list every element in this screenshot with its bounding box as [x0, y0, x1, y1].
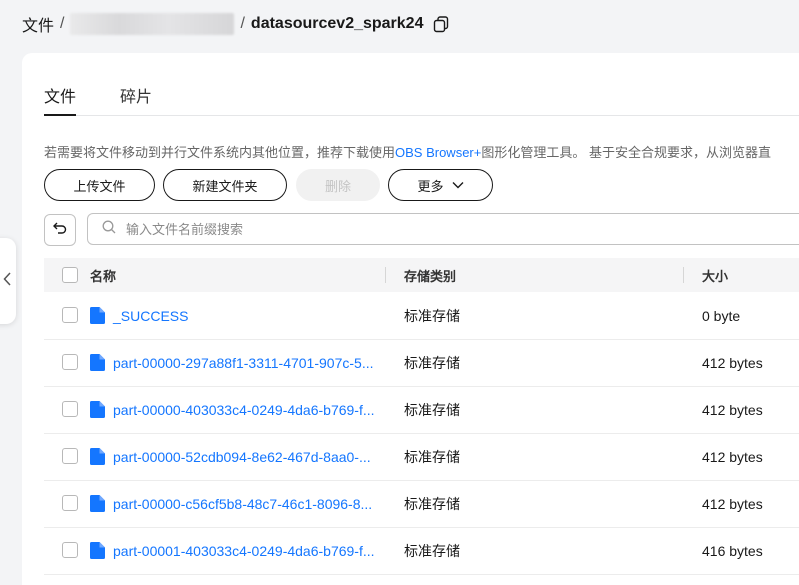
storage-class-cell: 标准存储 [404, 307, 460, 324]
search-icon [102, 220, 116, 239]
chevron-left-icon [3, 271, 11, 291]
storage-class-cell: 标准存储 [404, 354, 460, 371]
select-all-checkbox[interactable] [62, 267, 78, 283]
file-name-link[interactable]: part-00000-403033c4-0249-4da6-b769-f... [113, 402, 375, 418]
table-row: _SUCCESS 标准存储 0 byte [44, 292, 799, 340]
breadcrumb: 文件 / / datasourcev2_spark24 [22, 12, 449, 36]
row-checkbox[interactable] [62, 495, 78, 511]
breadcrumb-root[interactable]: 文件 [22, 12, 54, 36]
file-name-link[interactable]: part-00000-52cdb094-8e62-467d-8aa0-... [113, 449, 371, 465]
column-name-header[interactable]: 名称 [90, 258, 116, 292]
new-folder-label: 新建文件夹 [192, 178, 258, 194]
file-name-link[interactable]: part-00001-403033c4-0249-4da6-b769-f... [113, 543, 375, 559]
breadcrumb-current-folder: datasourcev2_spark24 [250, 15, 424, 32]
more-button[interactable]: 更多 [388, 169, 493, 201]
file-icon [90, 542, 105, 559]
storage-class-cell: 标准存储 [404, 401, 460, 418]
column-divider[interactable] [385, 267, 386, 283]
file-name-cell: _SUCCESS [90, 292, 188, 339]
table-row: part-00000-c56cf5b8-48c7-46c1-8096-8... … [44, 480, 799, 528]
tab-files[interactable]: 文件 [44, 83, 77, 116]
file-name-cell: part-00000-c56cf5b8-48c7-46c1-8096-8... [90, 480, 372, 527]
table-row: part-00000-52cdb094-8e62-467d-8aa0-... 标… [44, 433, 799, 481]
file-icon [90, 448, 105, 465]
column-size-header[interactable]: 大小 [702, 258, 728, 292]
breadcrumb-separator: / [60, 15, 65, 32]
breadcrumb-separator: / [240, 15, 245, 32]
copy-icon[interactable] [433, 15, 449, 33]
size-cell: 412 bytes [702, 448, 763, 465]
file-name-cell: part-00000-297a88f1-3311-4701-907c-5... [90, 339, 373, 386]
file-name-cell: part-00000-403033c4-0249-4da6-b769-f... [90, 386, 375, 433]
file-icon [90, 354, 105, 371]
more-label: 更多 [417, 178, 444, 194]
file-icon [90, 401, 105, 418]
go-back-button[interactable] [44, 214, 76, 246]
chevron-down-icon [452, 181, 464, 189]
obs-browser-link[interactable]: OBS Browser+ [395, 145, 481, 160]
size-cell: 412 bytes [702, 354, 763, 371]
table-row: part-00001-403033c4-0249-4da6-b769-f... … [44, 527, 799, 575]
back-arrow-icon [52, 221, 68, 240]
row-checkbox[interactable] [62, 542, 78, 558]
row-checkbox[interactable] [62, 448, 78, 464]
file-name-link[interactable]: _SUCCESS [113, 308, 188, 324]
table-row: part-00000-403033c4-0249-4da6-b769-f... … [44, 386, 799, 434]
storage-class-cell: 标准存储 [404, 495, 460, 512]
row-checkbox[interactable] [62, 307, 78, 323]
size-cell: 412 bytes [702, 495, 763, 512]
tab-bar: 文件 碎片 [44, 83, 799, 116]
notice-text: 若需要将文件移动到并行文件系统内其他位置，推荐下载使用OBS Browser+图… [44, 142, 799, 161]
file-name-link[interactable]: part-00000-c56cf5b8-48c7-46c1-8096-8... [113, 496, 372, 512]
file-icon [90, 307, 105, 324]
table-row: part-00000-297a88f1-3311-4701-907c-5... … [44, 339, 799, 387]
file-icon [90, 495, 105, 512]
delete-button[interactable]: 删除 [296, 169, 380, 201]
notice-before: 若需要将文件移动到并行文件系统内其他位置，推荐下载使用 [44, 145, 396, 160]
table-header: 名称 存储类别 大小 [44, 258, 799, 292]
upload-file-label: 上传文件 [73, 178, 126, 194]
row-checkbox[interactable] [62, 401, 78, 417]
storage-class-cell: 标准存储 [404, 542, 460, 559]
delete-label: 删除 [324, 178, 351, 194]
row-checkbox[interactable] [62, 354, 78, 370]
search-box [87, 213, 799, 245]
size-cell: 412 bytes [702, 401, 763, 418]
breadcrumb-bucket-redacted[interactable] [70, 13, 235, 35]
file-name-cell: part-00001-403033c4-0249-4da6-b769-f... [90, 527, 375, 574]
file-name-cell: part-00000-52cdb094-8e62-467d-8aa0-... [90, 433, 371, 480]
size-cell: 416 bytes [702, 542, 763, 559]
sidebar-collapse-handle[interactable] [0, 238, 16, 324]
tab-fragments[interactable]: 碎片 [120, 83, 152, 115]
notice-after: 图形化管理工具。 基于安全合规要求，从浏览器直 [481, 145, 771, 160]
file-name-link[interactable]: part-00000-297a88f1-3311-4701-907c-5... [113, 355, 373, 371]
new-folder-button[interactable]: 新建文件夹 [163, 169, 287, 201]
column-storage-class-header[interactable]: 存储类别 [404, 258, 456, 292]
search-input[interactable] [124, 220, 728, 238]
file-panel: 文件 碎片 若需要将文件移动到并行文件系统内其他位置，推荐下载使用OBS Bro… [22, 53, 799, 585]
column-divider[interactable] [683, 267, 684, 283]
storage-class-cell: 标准存储 [404, 448, 460, 465]
upload-file-button[interactable]: 上传文件 [44, 169, 155, 201]
size-cell: 0 byte [702, 307, 741, 324]
